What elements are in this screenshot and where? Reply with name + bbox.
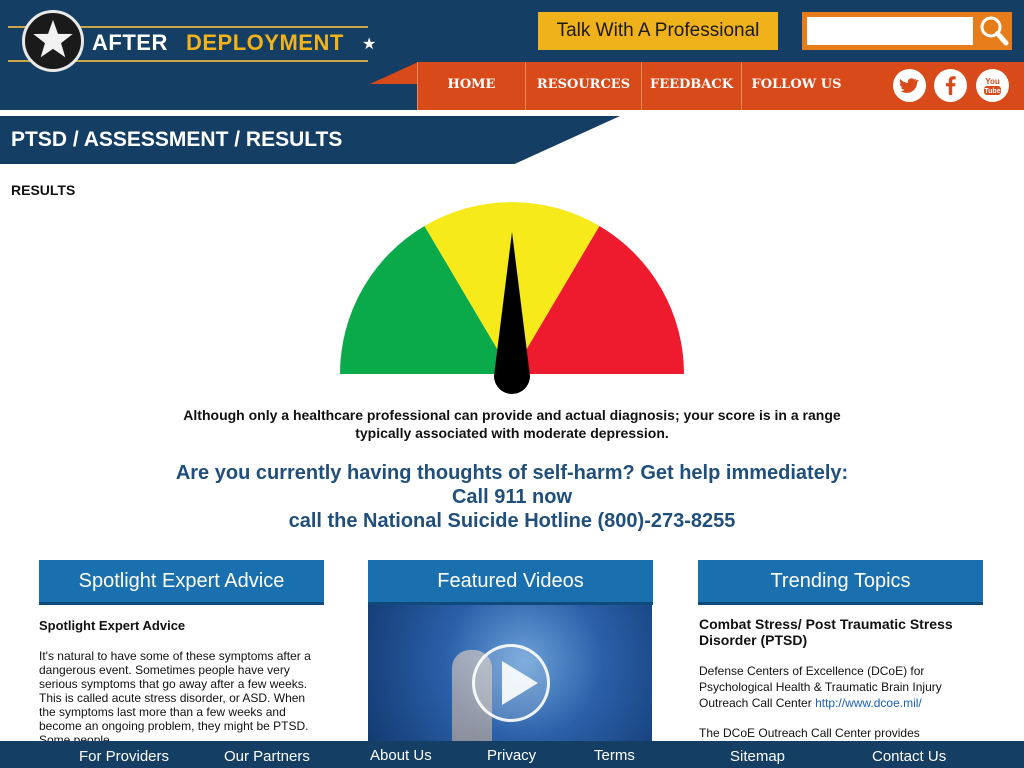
facebook-icon[interactable] [934,69,967,102]
search-button[interactable] [976,12,1012,50]
nav-home[interactable]: HOME [417,62,525,110]
logo-text-deployment: DEPLOYMENT [186,30,344,55]
twitter-icon[interactable] [893,69,926,102]
nav-follow-us[interactable]: FOLLOW US [741,62,851,110]
search-box [802,12,1012,50]
breadcrumb: PTSD / ASSESSMENT / RESULTS [11,128,343,151]
footer-our-partners[interactable]: Our Partners [224,748,310,765]
help-line2: Call 911 now [451,486,573,508]
spotlight-panel-heading[interactable]: Spotlight Expert Advice [39,560,324,605]
help-line1: Are you currently having thoughts of sel… [175,462,849,484]
dcoe-link[interactable]: http://www.dcoe.mil/ [815,696,922,710]
site-logo[interactable]: AFTER DEPLOYMENT ★ [0,0,420,84]
footer-sitemap[interactable]: Sitemap [730,748,785,765]
footer-about-us[interactable]: About Us [370,747,432,764]
footer-privacy[interactable]: Privacy [487,747,536,764]
trending-body-2: The DCoE Outreach Call Center provides [699,726,920,740]
results-heading: RESULTS [11,182,76,198]
trending-body: Defense Centers of Excellence (DCoE) for… [699,663,969,711]
help-line3[interactable]: call the National Suicide Hotline (800)-… [112,509,912,533]
footer-terms[interactable]: Terms [594,747,635,764]
logo-text-after: AFTER [92,30,168,55]
nav-feedback[interactable]: FEEDBACK [641,62,741,110]
self-harm-help: Are you currently having thoughts of sel… [112,461,912,533]
search-input[interactable] [807,17,973,45]
logo-small-star-icon: ★ [362,36,377,53]
diagnosis-text: Although only a healthcare professional … [130,406,894,442]
spotlight-title[interactable]: Spotlight Expert Advice [39,618,319,633]
nav-slant [370,62,418,84]
score-gauge [340,202,684,394]
diagnosis-text-line1: Although only a healthcare professional … [183,407,841,423]
svg-text:Tube: Tube [984,88,1000,95]
footer-contact-us[interactable]: Contact Us [872,748,946,765]
nav-resources[interactable]: RESOURCES [525,62,641,110]
svg-text:You: You [985,77,1000,86]
videos-panel-heading[interactable]: Featured Videos [368,560,653,605]
search-icon [980,16,1009,46]
logo-star-icon [22,10,84,72]
diagnosis-text-line2: typically associated with moderate depre… [355,425,669,441]
footer-for-providers[interactable]: For Providers [79,748,169,765]
talk-with-professional-button[interactable]: Talk With A Professional [538,12,778,50]
play-icon [502,661,538,705]
trending-panel-heading[interactable]: Trending Topics [698,560,983,605]
spotlight-body: It's natural to have some of these sympt… [39,649,311,741]
youtube-icon[interactable]: You Tube [976,69,1009,102]
trending-title[interactable]: Combat Stress/ Post Traumatic Stress Dis… [699,616,984,648]
